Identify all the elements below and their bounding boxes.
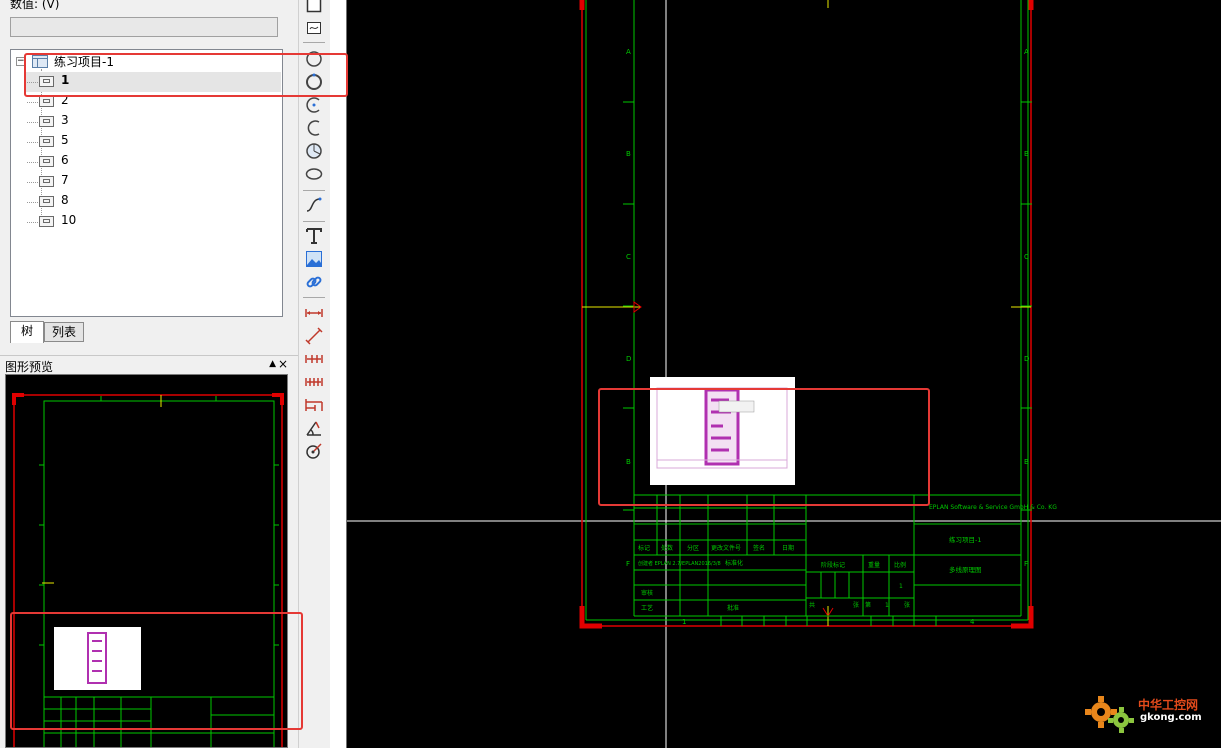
approve-label: 批准 xyxy=(727,604,739,612)
highlight-preview-image xyxy=(10,612,303,730)
row-label-b: B xyxy=(626,150,631,158)
drawing-frame xyxy=(585,0,1032,621)
total-label: 共 xyxy=(809,601,815,609)
standardize-label: 标准化 xyxy=(725,559,743,567)
page-icon xyxy=(39,136,54,147)
tree-item-page-3[interactable]: 3 xyxy=(25,112,281,132)
tree-item-page-6[interactable]: 6 xyxy=(25,152,281,172)
dimension-linear-icon[interactable] xyxy=(303,302,325,323)
value-label: 数值: (V) xyxy=(10,0,60,11)
pin-icon[interactable]: ▲ xyxy=(269,359,276,369)
rectangle-icon[interactable] xyxy=(303,0,325,15)
page-icon xyxy=(39,156,54,167)
page-description: 多线原理图 xyxy=(949,565,982,574)
dimension-chain-icon[interactable] xyxy=(303,348,325,369)
image-icon[interactable] xyxy=(303,248,325,269)
header-zone: 分区 xyxy=(687,544,699,552)
page-icon xyxy=(39,116,54,127)
row-label-c-right: C xyxy=(1024,253,1029,261)
tree-item-label: 3 xyxy=(61,113,69,127)
page-icon xyxy=(39,176,54,187)
spline-icon[interactable] xyxy=(303,194,325,215)
dimension-incremental-icon[interactable] xyxy=(303,371,325,392)
tree-item-label: 10 xyxy=(61,213,77,227)
hyperlink-icon[interactable] xyxy=(303,271,325,292)
row-label-f: F xyxy=(626,560,630,568)
row-label-e-right: B xyxy=(1024,458,1029,466)
row-label-a: A xyxy=(626,48,631,56)
page-value: 1 xyxy=(885,602,889,609)
arc-three-point-icon[interactable] xyxy=(303,94,325,115)
tree-item-page-10[interactable]: 10 xyxy=(25,212,281,232)
dimension-angle-icon[interactable] xyxy=(303,417,325,438)
project-name: 练习项目-1 xyxy=(949,535,981,544)
dimension-aligned-icon[interactable] xyxy=(303,325,325,346)
ellipse-icon[interactable] xyxy=(303,163,325,184)
main-drawing-canvas[interactable]: A B C D B F A B C D B F 1 4 EPLAN Softwa… xyxy=(346,0,1221,748)
tab-tree[interactable]: 树 xyxy=(10,321,44,343)
row-label-d: D xyxy=(626,355,631,363)
company-name: EPLAN Software & Service GmbH & Co. KG xyxy=(929,504,1057,511)
sheet-label: 张 xyxy=(853,601,859,609)
watermark-url: gkong.com xyxy=(1140,712,1202,723)
header-sign: 签名 xyxy=(753,544,765,552)
header-count: 处数 xyxy=(661,544,673,552)
row-label-b-right: B xyxy=(1024,150,1029,158)
scale-value: 1 xyxy=(899,583,903,590)
row-label-a-right: A xyxy=(1024,48,1029,56)
column-label-1: 1 xyxy=(682,618,686,626)
weight-label: 重量 xyxy=(868,561,880,569)
arc-icon[interactable] xyxy=(303,117,325,138)
page-label: 第 xyxy=(865,601,871,609)
header-date: 日期 xyxy=(782,544,794,552)
row-label-c: C xyxy=(626,253,631,261)
creator-row: 创建者 EPLAN 2.7/EPLAN2016/3/8 xyxy=(638,560,721,567)
tree-item-label: 8 xyxy=(61,193,69,207)
tree-item-page-5[interactable]: 5 xyxy=(25,132,281,152)
tab-list[interactable]: 列表 xyxy=(44,322,84,342)
dimension-radius-icon[interactable] xyxy=(303,440,325,461)
watermark-logo: 中华工控网 gkong.com xyxy=(1083,690,1213,740)
gear-icon xyxy=(1085,696,1134,733)
sheet-label-2: 张 xyxy=(904,601,910,609)
close-icon[interactable]: × xyxy=(278,357,288,371)
row-label-d-right: D xyxy=(1024,355,1029,363)
preview-header: 图形预览 ▲ × xyxy=(0,355,298,374)
dimension-baseline-icon[interactable] xyxy=(303,394,325,415)
header-mark: 标记 xyxy=(638,544,650,552)
value-input[interactable] xyxy=(10,17,278,37)
tree-item-label: 7 xyxy=(61,173,69,187)
page-icon xyxy=(39,216,54,227)
check-label: 审核 xyxy=(641,589,653,597)
row-label-f-right: F xyxy=(1024,560,1028,568)
title-block-text: EPLAN Software & Service GmbH & Co. KG 练… xyxy=(638,504,1057,612)
stage-mark-label: 阶段标记 xyxy=(821,561,845,569)
circle-sector-icon[interactable] xyxy=(303,140,325,161)
splitter[interactable] xyxy=(330,0,346,748)
highlight-tree-item xyxy=(24,53,348,97)
page-icon xyxy=(39,96,54,107)
page-icon xyxy=(39,196,54,207)
watermark-title: 中华工控网 xyxy=(1138,698,1199,712)
process-label: 工艺 xyxy=(641,604,653,612)
header-change: 更改文件号 xyxy=(711,544,741,552)
image-frame-icon[interactable] xyxy=(303,17,325,38)
tree-item-page-7[interactable]: 7 xyxy=(25,172,281,192)
tree-item-label: 6 xyxy=(61,153,69,167)
tree-item-page-8[interactable]: 8 xyxy=(25,192,281,212)
scale-label: 比例 xyxy=(894,561,906,569)
schematic-page: A B C D B F A B C D B F 1 4 EPLAN Softwa… xyxy=(347,0,1221,748)
highlight-macro-image xyxy=(598,388,930,506)
text-icon[interactable] xyxy=(303,225,325,246)
preview-title: 图形预览 xyxy=(5,360,54,374)
column-label-4: 4 xyxy=(970,618,975,626)
tree-item-label: 5 xyxy=(61,133,69,147)
